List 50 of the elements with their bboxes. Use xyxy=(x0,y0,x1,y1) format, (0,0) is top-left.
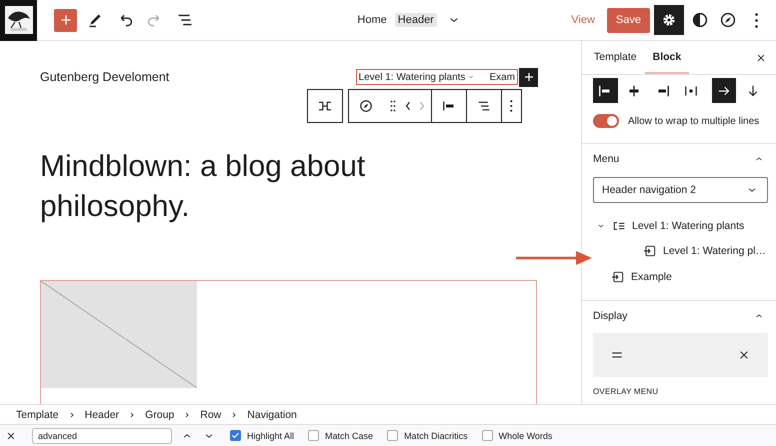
breadcrumb-link[interactable]: Group xyxy=(142,408,178,420)
find-field[interactable]: advanced xyxy=(32,428,172,444)
checkbox-label: Match Diacritics xyxy=(404,430,468,440)
checkbox[interactable] xyxy=(482,430,493,441)
chevron-down-icon xyxy=(467,73,476,81)
chevron-right-icon xyxy=(183,410,192,418)
site-logo[interactable] xyxy=(0,0,37,40)
menu-item[interactable]: Level 1: Watering plants xyxy=(632,220,744,232)
document-title: Home xyxy=(356,13,388,27)
panel-title: Display xyxy=(593,310,628,322)
document-title: Header xyxy=(394,13,437,27)
justify-left-button[interactable] xyxy=(593,78,618,103)
bird-logo-icon xyxy=(4,6,32,34)
checkbox[interactable] xyxy=(387,430,398,441)
navigation-item[interactable]: Level 1: Watering plants xyxy=(358,72,476,82)
site-title[interactable]: Gutenberg Develoment xyxy=(40,70,356,84)
chevron-right-icon xyxy=(128,410,136,418)
chevron-right-icon xyxy=(68,410,76,418)
navigation-block[interactable]: Level 1: Watering plants Exam xyxy=(356,69,518,85)
navigation-item[interactable]: Exam xyxy=(489,72,515,82)
options-icon xyxy=(754,12,758,28)
options-icon xyxy=(510,100,512,112)
add-block-button[interactable] xyxy=(519,68,538,86)
panel-title: Menu xyxy=(593,153,620,165)
orientation-horizontal-button[interactable] xyxy=(712,78,736,103)
breadcrumb-link[interactable]: Template xyxy=(13,408,62,420)
checkbox-label: Highlight All xyxy=(247,430,294,440)
image-placeholder-icon xyxy=(41,281,197,388)
checkbox-label: Whole Words xyxy=(498,430,552,440)
settings-button[interactable] xyxy=(654,5,684,35)
breadcrumb-link[interactable]: Row xyxy=(197,408,224,420)
check-icon xyxy=(231,431,240,440)
navigation-icon xyxy=(357,97,375,115)
post-title[interactable]: Mindblown: a blog about philosophy. xyxy=(40,147,420,227)
checkbox[interactable] xyxy=(308,430,320,441)
sidebar-tab[interactable]: Template xyxy=(586,41,645,74)
wrap-toggle[interactable] xyxy=(593,114,619,128)
checkbox-label: Match Case xyxy=(325,430,374,440)
breadcrumb-link[interactable]: Header xyxy=(82,408,122,420)
menu-item[interactable]: Example xyxy=(631,270,672,283)
field-label: OVERLAY MENU xyxy=(592,386,660,396)
chevron-right-icon xyxy=(230,410,238,418)
view-button[interactable]: View xyxy=(563,14,603,26)
checkbox[interactable] xyxy=(230,430,241,441)
sidebar-tab[interactable]: Block xyxy=(644,41,690,74)
toggle-label: Allow to wrap to multiple lines xyxy=(628,116,760,126)
breadcrumb-link[interactable]: Navigation xyxy=(244,408,300,420)
menu-select[interactable]: Header navigation 2 xyxy=(593,177,768,203)
menu-item[interactable]: Level 1: Watering pl… xyxy=(663,245,766,258)
save-button[interactable]: Save xyxy=(606,8,650,32)
